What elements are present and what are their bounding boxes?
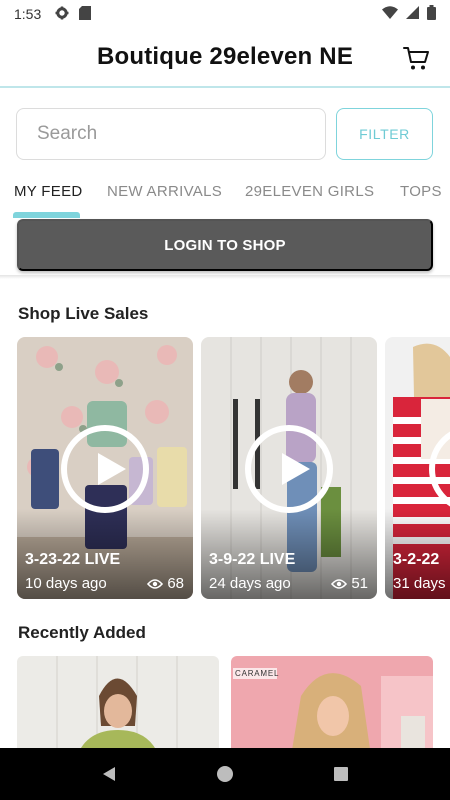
settings-icon (55, 6, 69, 23)
status-time: 1:53 (14, 6, 42, 22)
cart-icon (403, 47, 429, 70)
status-bar: 1:53 (0, 0, 450, 28)
live-sale-title: 3-2-22 (393, 551, 440, 568)
active-tab-indicator (13, 212, 80, 218)
eye-icon (147, 578, 164, 589)
live-sale-age: 31 days (393, 575, 446, 592)
tab-my-feed[interactable]: MY FEED (14, 183, 83, 200)
sd-card-icon (79, 5, 92, 23)
battery-icon (427, 5, 436, 23)
product-card[interactable] (17, 656, 219, 756)
filter-button[interactable]: FILTER (336, 108, 433, 160)
login-to-shop-button[interactable]: LOGIN TO SHOP (17, 219, 433, 271)
cart-button[interactable] (402, 44, 430, 72)
play-icon (61, 425, 149, 513)
tab-tops[interactable]: TOPS (400, 183, 442, 200)
signal-icon (406, 6, 419, 22)
live-sale-title: 3-9-22 LIVE (209, 551, 296, 568)
category-tabs: MY FEED NEW ARRIVALS 29ELEVEN GIRLS TOPS (0, 176, 450, 216)
product-card[interactable]: CARAMEL (231, 656, 433, 756)
back-icon[interactable] (100, 765, 118, 783)
view-count-value: 51 (351, 575, 368, 592)
eye-icon (331, 578, 348, 589)
view-count-value: 68 (167, 575, 184, 592)
search-input[interactable]: Search (16, 108, 326, 160)
view-count: 68 (147, 575, 184, 592)
product-image (17, 656, 219, 756)
wifi-icon (382, 6, 398, 22)
product-brand-badge: CARAMEL (235, 669, 280, 678)
live-sale-age: 24 days ago (209, 575, 291, 592)
tab-29eleven-girls[interactable]: 29ELEVEN GIRLS (245, 183, 374, 200)
section-title-live-sales: Shop Live Sales (18, 304, 149, 323)
store-title: Boutique 29eleven NE (96, 43, 354, 70)
section-divider (0, 275, 450, 279)
search-row: Search FILTER (16, 108, 434, 160)
system-navigation-bar (0, 748, 450, 800)
play-icon (245, 425, 333, 513)
live-sale-card[interactable]: 3-23-22 LIVE 10 days ago 68 (17, 337, 193, 599)
live-sale-card[interactable]: 3-9-22 LIVE 24 days ago 51 (201, 337, 377, 599)
live-sale-card[interactable]: 3-2-22 31 days (385, 337, 450, 599)
live-sale-title: 3-23-22 LIVE (25, 551, 121, 568)
section-title-recently-added: Recently Added (18, 623, 146, 642)
recents-icon[interactable] (332, 765, 350, 783)
view-count: 51 (331, 575, 368, 592)
app-header: Boutique 29eleven NE (0, 28, 450, 88)
home-icon[interactable] (216, 765, 234, 783)
tab-new-arrivals[interactable]: NEW ARRIVALS (107, 183, 222, 200)
live-sale-age: 10 days ago (25, 575, 107, 592)
